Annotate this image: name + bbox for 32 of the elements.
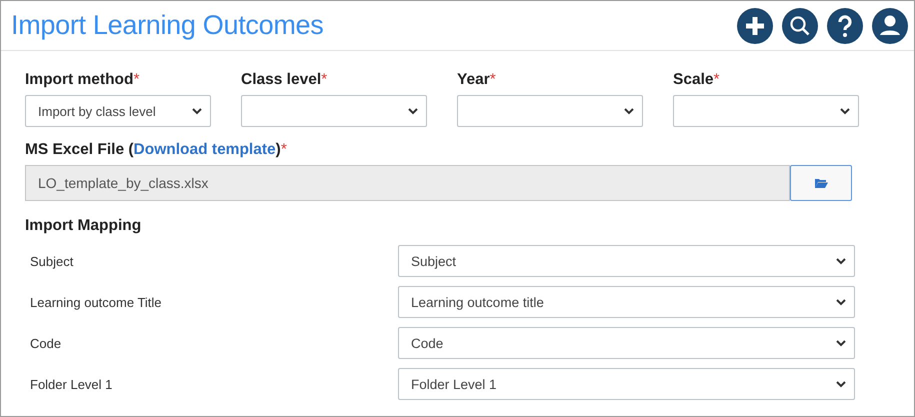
search-icon[interactable]: [782, 8, 818, 44]
chevron-icon: [836, 298, 846, 306]
field-label: MS Excel File (Download template)*: [25, 141, 288, 159]
dropdown[interactable]: Folder Level 1: [398, 368, 855, 400]
chevron-icon: [836, 380, 846, 388]
folder-icon: [814, 178, 828, 188]
download-template-link[interactable]: Download template: [134, 141, 276, 158]
dropdown[interactable]: Learning outcome title: [398, 286, 855, 318]
user-icon[interactable]: [872, 8, 908, 44]
dropdown[interactable]: Code: [398, 327, 855, 359]
page-title: Import Learning Outcomes: [11, 10, 324, 41]
add-icon[interactable]: [737, 8, 773, 44]
chevron-icon: [192, 108, 202, 114]
chevron-icon: [836, 340, 846, 346]
file-field[interactable]: LO_template_by_class.xlsx: [25, 165, 790, 201]
dropdown[interactable]: Subject: [398, 245, 855, 277]
mapping-label: Code: [30, 336, 62, 350]
section-heading: Import Mapping: [25, 217, 142, 235]
mapping-label: Subject: [30, 254, 74, 268]
field-label: Import method*: [25, 71, 141, 89]
mapping-label: Folder Level 1: [30, 376, 114, 392]
dropdown[interactable]: Import by class level: [25, 95, 211, 127]
field-label: Scale*: [673, 71, 721, 89]
mapping-label: Learning outcome Title: [30, 294, 163, 310]
field-label: Class level*: [241, 71, 328, 89]
chevron-icon: [408, 108, 418, 114]
browse-button[interactable]: [790, 165, 852, 201]
chevron-icon: [624, 108, 634, 114]
chevron-icon: [836, 258, 846, 264]
field-label: Year*: [457, 71, 497, 89]
chevron-icon: [840, 108, 850, 114]
help-icon[interactable]: [827, 8, 863, 44]
